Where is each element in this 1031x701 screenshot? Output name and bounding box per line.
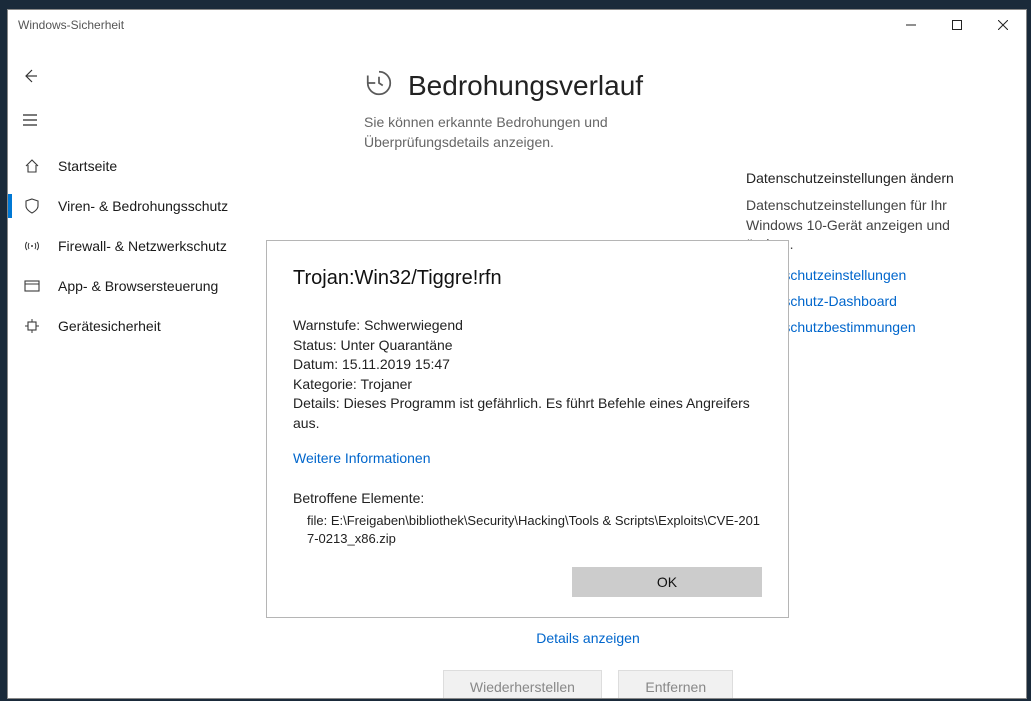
severity-value: Schwerwiegend bbox=[364, 317, 463, 333]
details-row: Details: Dieses Programm ist gefährlich.… bbox=[293, 394, 762, 433]
status-row: Status: Unter Quarantäne bbox=[293, 336, 762, 356]
details-label: Details: bbox=[293, 395, 340, 411]
affected-path: file: E:\Freigaben\bibliothek\Security\H… bbox=[307, 512, 762, 548]
date-value: 15.11.2019 15:47 bbox=[342, 356, 450, 372]
sidebar-item-virus[interactable]: Viren- & Bedrohungsschutz bbox=[8, 186, 328, 226]
minimize-button[interactable] bbox=[888, 10, 934, 40]
shield-icon bbox=[24, 198, 58, 214]
severity-row: Warnstufe: Schwerwiegend bbox=[293, 316, 762, 336]
details-value: Dieses Programm ist gefährlich. Es führt… bbox=[293, 395, 750, 431]
home-icon bbox=[24, 158, 58, 174]
page-header: Bedrohungsverlauf bbox=[364, 68, 986, 103]
date-row: Datum: 15.11.2019 15:47 bbox=[293, 355, 762, 375]
titlebar: Windows-Sicherheit bbox=[8, 10, 1026, 40]
back-button[interactable] bbox=[8, 54, 52, 98]
sidebar-item-label: App- & Browsersteuerung bbox=[58, 278, 218, 294]
close-button[interactable] bbox=[980, 10, 1026, 40]
app-window: Windows-Sicherheit Startseite Viren- & B… bbox=[7, 9, 1027, 699]
window-title: Windows-Sicherheit bbox=[18, 18, 888, 32]
history-icon bbox=[364, 68, 394, 103]
page-subtitle: Sie können erkannte Bedrohungen und Über… bbox=[364, 113, 724, 152]
ok-button[interactable]: OK bbox=[572, 567, 762, 597]
sidebar-item-label: Viren- & Bedrohungsschutz bbox=[58, 198, 228, 214]
remove-button[interactable]: Entfernen bbox=[618, 670, 733, 698]
threat-name: Trojan:Win32/Tiggre!rfn bbox=[293, 267, 762, 290]
right-title: Datenschutzeinstellungen ändern bbox=[746, 170, 996, 186]
restore-button[interactable]: Wiederherstellen bbox=[443, 670, 602, 698]
antenna-icon bbox=[24, 238, 58, 254]
date-label: Datum: bbox=[293, 356, 338, 372]
category-value: Trojaner bbox=[360, 376, 412, 392]
status-value: Unter Quarantäne bbox=[340, 337, 452, 353]
threat-dialog: Trojan:Win32/Tiggre!rfn Warnstufe: Schwe… bbox=[266, 240, 789, 618]
chip-icon bbox=[24, 318, 58, 334]
menu-button[interactable] bbox=[8, 98, 52, 142]
window-body: Startseite Viren- & Bedrohungsschutz Fir… bbox=[8, 40, 1026, 698]
sidebar-item-label: Gerätesicherheit bbox=[58, 318, 161, 334]
sidebar-item-label: Startseite bbox=[58, 158, 117, 174]
show-details-link[interactable]: Details anzeigen bbox=[398, 630, 778, 646]
window-icon bbox=[24, 278, 58, 294]
maximize-button[interactable] bbox=[934, 10, 980, 40]
severity-label: Warnstufe: bbox=[293, 317, 360, 333]
category-row: Kategorie: Trojaner bbox=[293, 375, 762, 395]
sidebar-item-home[interactable]: Startseite bbox=[8, 146, 328, 186]
page-title: Bedrohungsverlauf bbox=[408, 70, 643, 102]
sidebar-item-label: Firewall- & Netzwerkschutz bbox=[58, 238, 227, 254]
bottom-actions: Details anzeigen Wiederherstellen Entfer… bbox=[398, 630, 778, 698]
more-info-link[interactable]: Weitere Informationen bbox=[293, 450, 430, 466]
category-label: Kategorie: bbox=[293, 376, 357, 392]
status-label: Status: bbox=[293, 337, 337, 353]
affected-title: Betroffene Elemente: bbox=[293, 490, 762, 506]
